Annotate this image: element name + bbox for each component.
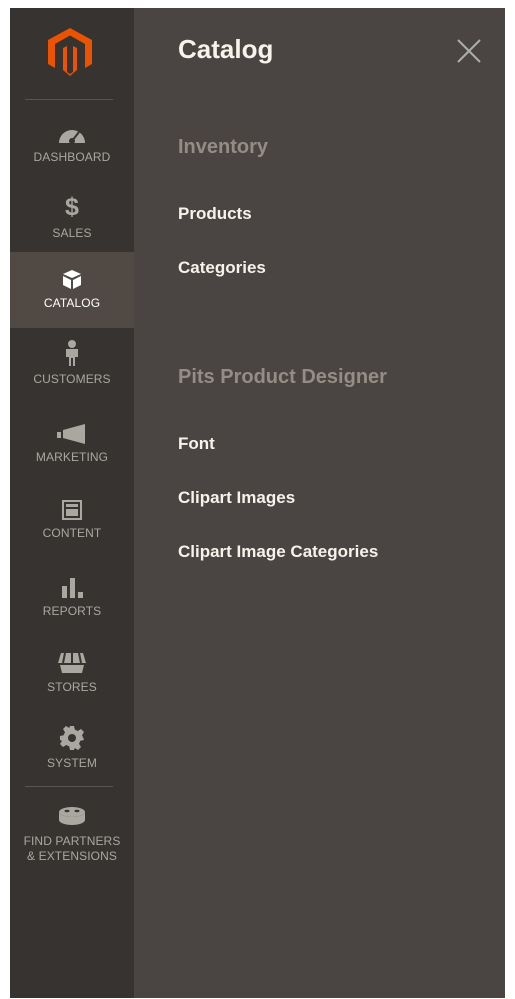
sidebar-item-label: CUSTOMERS xyxy=(33,372,111,386)
bar-chart-icon xyxy=(61,572,83,598)
sidebar-item-label: SYSTEM xyxy=(47,756,97,770)
blocks-icon xyxy=(57,802,87,828)
sidebar-item-marketing[interactable]: MARKETING xyxy=(10,406,134,482)
menu-link-clipart-images[interactable]: Clipart Images xyxy=(178,488,295,508)
person-icon xyxy=(64,340,80,366)
section-title-pits-product-designer: Pits Product Designer xyxy=(178,366,387,388)
sidebar-item-find-partners[interactable]: FIND PARTNERS & EXTENSIONS xyxy=(10,790,134,880)
admin-menu-frame: DASHBOARD $ SALES CATALOG CUSTOMERS MARK… xyxy=(10,8,505,998)
sidebar-divider xyxy=(25,786,113,787)
sidebar-item-label: MARKETING xyxy=(35,450,109,464)
sidebar-item-dashboard[interactable]: DASHBOARD xyxy=(10,106,134,182)
catalog-flyout-panel: Catalog Inventory Products Categories Pi… xyxy=(134,8,505,998)
sidebar-item-system[interactable]: SYSTEM xyxy=(10,712,134,788)
close-icon[interactable] xyxy=(454,36,484,66)
sidebar: DASHBOARD $ SALES CATALOG CUSTOMERS MARK… xyxy=(10,8,134,998)
sidebar-item-stores[interactable]: STORES xyxy=(10,636,134,712)
sidebar-item-label: CONTENT xyxy=(42,526,102,540)
sidebar-item-customers[interactable]: CUSTOMERS xyxy=(10,328,134,404)
sidebar-item-catalog[interactable]: CATALOG xyxy=(10,252,134,328)
sidebar-item-label: FIND PARTNERS & EXTENSIONS xyxy=(23,834,121,863)
megaphone-icon xyxy=(57,418,87,444)
sidebar-item-label: REPORTS xyxy=(42,604,102,618)
sidebar-item-label: SALES xyxy=(52,226,92,240)
layout-icon xyxy=(62,494,82,520)
sidebar-divider xyxy=(25,99,113,100)
sidebar-item-sales[interactable]: $ SALES xyxy=(10,182,134,258)
sidebar-item-label: DASHBOARD xyxy=(33,150,111,164)
sidebar-item-label: STORES xyxy=(47,680,97,694)
menu-link-clipart-image-categories[interactable]: Clipart Image Categories xyxy=(178,542,378,562)
storefront-icon xyxy=(57,648,87,674)
sidebar-item-content[interactable]: CONTENT xyxy=(10,482,134,558)
magento-logo-icon[interactable] xyxy=(48,28,92,76)
gear-icon xyxy=(60,724,84,750)
sidebar-item-reports[interactable]: REPORTS xyxy=(10,560,134,636)
sidebar-item-label: CATALOG xyxy=(43,296,101,310)
dashboard-icon xyxy=(57,118,87,144)
menu-link-font[interactable]: Font xyxy=(178,434,215,454)
menu-link-products[interactable]: Products xyxy=(178,204,252,224)
dollar-icon: $ xyxy=(65,193,79,221)
box-icon xyxy=(61,264,83,290)
panel-title: Catalog xyxy=(178,34,274,64)
section-title-inventory: Inventory xyxy=(178,136,269,158)
menu-link-categories[interactable]: Categories xyxy=(178,258,266,278)
